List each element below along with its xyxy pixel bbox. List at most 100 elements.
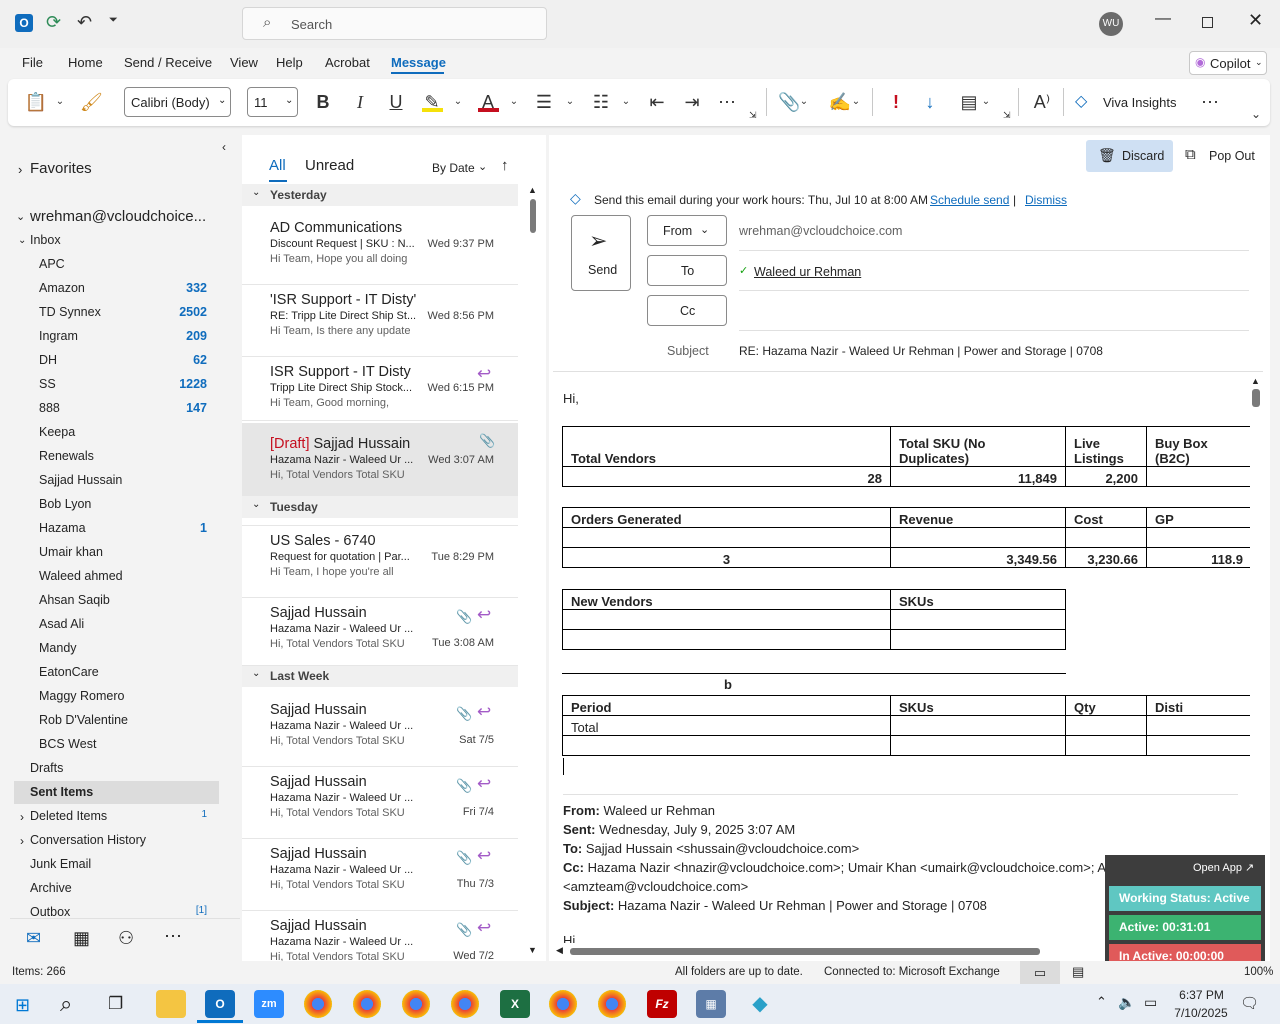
chevron-down-icon[interactable]: ⌄ — [621, 88, 631, 116]
more-format-icon[interactable]: ⋯ — [715, 88, 739, 116]
signature-icon[interactable]: ✍ — [828, 88, 852, 116]
chrome-icon[interactable] — [353, 990, 381, 1018]
message-item[interactable]: [Draft] Sajjad Hussain Hazama Nazir - Wal… — [242, 423, 518, 496]
undo-icon[interactable]: ↶ — [77, 12, 92, 33]
excel-icon[interactable]: X — [500, 990, 530, 1018]
sync-icon[interactable]: ⟳ — [46, 12, 61, 33]
zoom-icon[interactable]: zm — [254, 990, 284, 1018]
filezilla-icon[interactable]: Fz — [647, 990, 677, 1018]
minimize-icon[interactable]: — — [1155, 10, 1171, 28]
format-painter-icon[interactable]: 🖌 — [80, 88, 103, 116]
attach-file-icon[interactable]: 📎 — [778, 88, 800, 116]
scroll-thumb[interactable] — [1252, 389, 1260, 407]
folder-item[interactable]: Drafts — [30, 761, 63, 775]
inbox-chevron-icon[interactable]: ⌄ — [18, 235, 26, 246]
search-box[interactable]: ⌕ Search — [242, 7, 547, 40]
folder-item[interactable]: Sent Items — [30, 785, 93, 799]
file-explorer-icon[interactable] — [156, 990, 186, 1018]
to-recipient[interactable]: Waleed ur Rehman — [754, 265, 861, 279]
chevron-down-icon[interactable]: ⌄ — [565, 88, 575, 116]
chevron-down-icon[interactable]: ⌄ — [478, 160, 487, 173]
to-button[interactable]: To — [647, 255, 727, 286]
favorites-chevron-icon[interactable]: › — [18, 162, 22, 177]
avatar[interactable]: WU — [1099, 12, 1123, 36]
calculator-icon[interactable]: ▦ — [696, 990, 726, 1018]
font-size-select[interactable]: 11 ⌄ — [247, 87, 298, 117]
folder-item[interactable]: Bob Lyon — [39, 497, 91, 511]
high-importance-icon[interactable]: ! — [886, 88, 906, 116]
folder-item[interactable]: Amazon — [39, 281, 85, 295]
more-apps-icon[interactable]: ⋯ — [164, 926, 182, 947]
group-header-tuesday[interactable]: Tuesday — [242, 496, 518, 518]
folder-item[interactable]: DH — [39, 353, 57, 367]
scroll-thumb[interactable] — [530, 199, 536, 233]
message-item[interactable]: AD Communications Discount Request | SKU … — [242, 214, 518, 284]
increase-indent-icon[interactable]: ⇥ — [680, 88, 704, 116]
normal-view-icon[interactable]: ▭ — [1020, 961, 1060, 984]
chrome-icon[interactable] — [549, 990, 577, 1018]
sort-select[interactable]: By Date — [432, 161, 475, 175]
folder-item[interactable]: SS — [39, 377, 56, 391]
chevron-down-icon[interactable]: ⌄ — [799, 88, 809, 116]
scroll-thumb[interactable] — [570, 948, 1040, 955]
folder-item[interactable]: Mandy — [39, 641, 77, 655]
low-importance-icon[interactable]: ↓ — [920, 88, 940, 116]
clock-date[interactable]: 7/10/2025 — [1166, 1006, 1236, 1020]
chevron-down-icon[interactable]: ⌄ — [453, 88, 463, 116]
notifications-icon[interactable]: 🗨 — [1240, 994, 1259, 1012]
viva-insights-button[interactable]: ◇ Viva Insights — [1075, 91, 1185, 115]
folder-inbox[interactable]: Inbox — [30, 233, 61, 247]
mail-icon[interactable]: ✉ — [26, 928, 41, 949]
task-view-icon[interactable]: ❐ — [108, 994, 123, 1014]
account-chevron-icon[interactable]: ⌄ — [16, 210, 25, 223]
sort-direction-icon[interactable]: ↑ — [501, 157, 509, 174]
cc-input[interactable] — [739, 296, 1249, 326]
subject-input[interactable]: RE: Hazama Nazir - Waleed Ur Rehman | Po… — [739, 344, 1103, 358]
folder-item[interactable]: Archive — [30, 881, 72, 895]
folder-item[interactable]: APC — [39, 257, 65, 271]
folder-item[interactable]: Renewals — [39, 449, 94, 463]
cc-button[interactable]: Cc — [647, 295, 727, 326]
scroll-up-icon[interactable]: ▲ — [528, 185, 537, 195]
bold-icon[interactable]: B — [312, 88, 334, 116]
send-button[interactable]: ➢ Send — [571, 215, 631, 291]
schedule-send-link[interactable]: Schedule send — [930, 193, 1009, 207]
scroll-left-icon[interactable]: ◀ — [556, 945, 563, 956]
bullets-icon[interactable]: ☰ — [532, 88, 556, 116]
collapse-pane-icon[interactable]: ‹ — [222, 140, 226, 154]
menu-message[interactable]: Message — [391, 55, 446, 70]
chrome-icon[interactable] — [402, 990, 430, 1018]
font-name-select[interactable]: Calibri (Body) ⌄ — [124, 87, 231, 117]
menu-help[interactable]: Help — [276, 55, 303, 70]
folder-item[interactable]: Ingram — [39, 329, 78, 343]
chevron-down-icon[interactable]: ⌄ — [981, 88, 991, 116]
open-app-button[interactable]: Open App ↗ — [1193, 861, 1254, 874]
start-icon[interactable]: ⊞ — [15, 995, 30, 1016]
show-hidden-icons[interactable]: ⌃ — [1096, 994, 1107, 1010]
folder-item[interactable]: Maggy Romero — [39, 689, 124, 703]
scroll-up-icon[interactable]: ▲ — [1251, 376, 1260, 386]
menu-view[interactable]: View — [230, 55, 258, 70]
message-item[interactable]: 'ISR Support - IT Disty' RE: Tripp Lite D… — [242, 286, 518, 356]
more-options-icon[interactable]: ⋯ — [1198, 88, 1222, 116]
discard-button[interactable]: 🗑 Discard — [1086, 140, 1173, 172]
decrease-indent-icon[interactable]: ⇤ — [645, 88, 669, 116]
menu-acrobat[interactable]: Acrobat — [325, 55, 370, 70]
chrome-icon[interactable] — [451, 990, 479, 1018]
paste-icon[interactable]: 📋 — [24, 88, 48, 116]
ribbon-collapse-icon[interactable]: ⌄ — [1248, 100, 1264, 128]
chrome-icon[interactable] — [598, 990, 626, 1018]
folder-item[interactable]: TD Synnex — [39, 305, 101, 319]
menu-home[interactable]: Home — [68, 55, 103, 70]
deleted-chevron-icon[interactable]: › — [20, 810, 24, 824]
menu-file[interactable]: File — [22, 55, 43, 70]
copilot-button[interactable]: ◉ Copilot ⌄ — [1189, 51, 1267, 75]
dialog-launcher-icon[interactable]: ⇲ — [749, 110, 757, 121]
message-item[interactable]: Sajjad Hussain Hazama Nazir - Waleed Ur .… — [242, 768, 518, 838]
outlook-taskbar-icon[interactable]: O — [205, 990, 235, 1018]
scroll-down-icon[interactable]: ▼ — [528, 945, 537, 955]
folder-item[interactable]: Ahsan Saqib — [39, 593, 110, 607]
message-item[interactable]: Sajjad Hussain Hazama Nazir - Waleed Ur .… — [242, 696, 518, 766]
account-header[interactable]: wrehman@vcloudchoice... — [30, 208, 210, 225]
dialog-launcher-icon[interactable]: ⇲ — [1003, 110, 1011, 121]
